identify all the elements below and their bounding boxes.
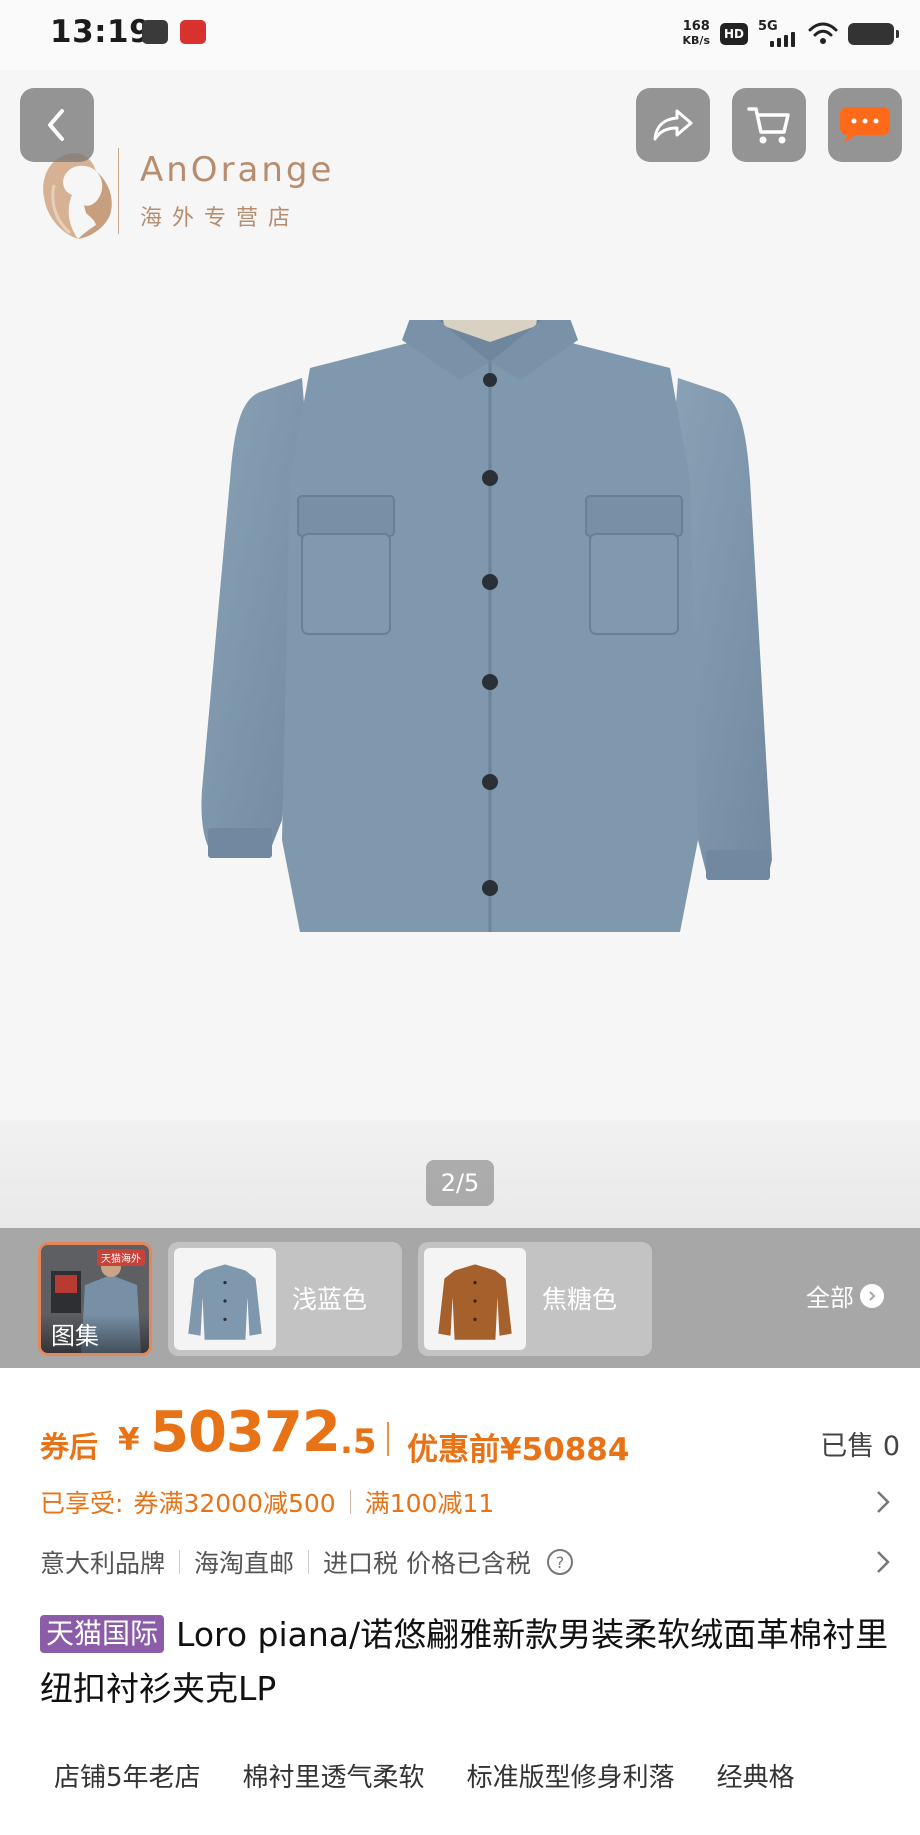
sku-thumb-caramel: [424, 1248, 526, 1350]
product-title-text: Loro piana/诺悠翩雅新款男装柔软绒面革棉衬里纽扣衬衫夹克LP: [40, 1615, 889, 1708]
cart-icon: [747, 107, 790, 144]
feature-tags: 店铺5年老店 棉衬里透气柔软 标准版型修身利落 经典格: [0, 1740, 920, 1810]
feature-tag: 店铺5年老店: [54, 1762, 201, 1793]
info-item: 进口税 价格已含税: [323, 1549, 531, 1578]
gallery-page-indicator: 2/5: [426, 1160, 494, 1206]
status-bar: 13:19 168 KB/s HD 5G: [0, 0, 920, 70]
price-decimal: .5: [340, 1422, 377, 1462]
hd-badge: HD: [720, 23, 748, 45]
product-title: 天猫国际 Loro piana/诺悠翩雅新款男装柔软绒面革棉衬里纽扣衬衫夹克LP: [40, 1608, 890, 1716]
feature-fade: [830, 1740, 920, 1810]
promo-label: 已享受:: [40, 1489, 124, 1518]
brand-subtitle: 海外专营店: [140, 206, 301, 231]
price-main: 50372: [150, 1400, 341, 1465]
app-notification-icon: [180, 20, 206, 44]
sku-all-button[interactable]: 全部: [806, 1278, 884, 1313]
sku-gallery-thumb[interactable]: 天猫海外 图集: [38, 1242, 152, 1356]
cart-button[interactable]: [732, 88, 806, 162]
cellular-signal-icon: 5G: [758, 19, 798, 49]
feature-tag: 标准版型修身利落: [466, 1762, 675, 1793]
brand-divider: [118, 148, 119, 234]
promo-row[interactable]: 已享受: 券满32000减500 满100减11: [40, 1480, 892, 1524]
more-button[interactable]: [828, 88, 902, 162]
chevron-left-icon: [48, 109, 64, 141]
product-gallery[interactable]: AnOrange 海外专营店 2/5: [0, 0, 920, 1230]
price-section: 券后 ¥ 50372 .5 优惠前¥50884 已售 0: [40, 1400, 900, 1470]
service-info-row[interactable]: 意大利品牌 海淘直邮 进口税 价格已含税 ?: [40, 1540, 892, 1584]
gallery-tag: 天猫海外: [97, 1249, 145, 1266]
status-time: 13:19: [50, 14, 152, 50]
promo-divider: [349, 1490, 351, 1514]
feature-tag: 棉衬里透气柔软: [242, 1762, 425, 1793]
promo-item: 券满32000减500: [133, 1489, 336, 1518]
sku-label-light-blue: 浅蓝色: [292, 1285, 368, 1314]
message-icon: [142, 20, 168, 44]
chevron-right-icon: [877, 1551, 890, 1573]
sku-thumb-light-blue: [174, 1248, 276, 1350]
net-speed: 168 KB/s: [683, 20, 710, 48]
chevron-right-icon: [860, 1283, 884, 1308]
more-dots-icon: [840, 107, 890, 143]
price-before-discount: 优惠前¥50884: [407, 1432, 630, 1468]
info-item: 意大利品牌: [40, 1549, 166, 1578]
back-button[interactable]: [20, 88, 94, 162]
sku-selector: 天猫海外 图集 浅蓝色 焦糖色 全部: [0, 1228, 920, 1368]
chevron-right-icon: [877, 1491, 890, 1513]
wifi-icon: [808, 22, 838, 44]
help-icon[interactable]: ?: [546, 1549, 573, 1575]
price-prefix: 券后: [40, 1430, 99, 1464]
sku-label-caramel: 焦糖色: [542, 1285, 618, 1314]
sku-all-label: 全部: [806, 1284, 854, 1312]
sold-count: 已售 0: [820, 1431, 900, 1462]
tmall-global-tag: 天猫国际: [40, 1615, 165, 1653]
info-item: 海淘直邮: [194, 1549, 295, 1578]
battery-icon: [848, 23, 899, 45]
feature-tag: 经典格: [716, 1762, 795, 1793]
product-photo: [201, 320, 772, 932]
gallery-label: 图集: [41, 1314, 149, 1353]
status-indicators: 168 KB/s HD 5G: [683, 16, 899, 52]
info-divider: [308, 1550, 310, 1574]
net-speed-unit: KB/s: [682, 34, 710, 47]
net-speed-value: 168: [682, 19, 710, 34]
promo-item: 满100减11: [364, 1489, 495, 1518]
info-divider: [179, 1550, 181, 1574]
sku-option-caramel[interactable]: 焦糖色: [418, 1242, 652, 1356]
share-icon: [653, 109, 693, 141]
price-currency: ¥: [118, 1422, 140, 1458]
brand-name: AnOrange: [140, 150, 335, 190]
share-button[interactable]: [636, 88, 710, 162]
sku-option-light-blue[interactable]: 浅蓝色: [168, 1242, 402, 1356]
price-divider: [387, 1422, 389, 1456]
